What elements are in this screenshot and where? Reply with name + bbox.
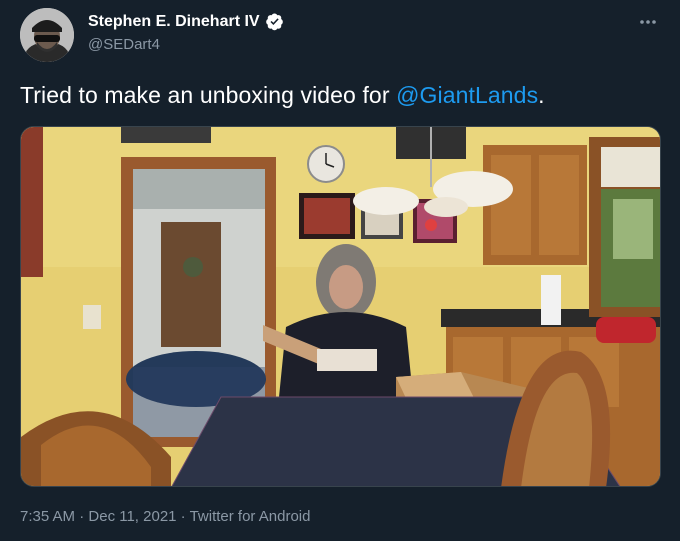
tweet-meta: 7:35 AM · Dec 11, 2021 · Twitter for And… xyxy=(20,508,310,525)
media-photo xyxy=(21,127,660,486)
tweet-time[interactable]: 7:35 AM xyxy=(20,508,75,525)
mention-link[interactable]: @GiantLands xyxy=(396,82,538,108)
tweet-media-video[interactable] xyxy=(20,126,661,487)
avatar-image xyxy=(20,8,74,62)
avatar[interactable] xyxy=(20,8,74,62)
verified-badge-icon xyxy=(265,12,284,31)
tweet-source[interactable]: Twitter for Android xyxy=(190,508,311,525)
author-display-name[interactable]: Stephen E. Dinehart IV xyxy=(88,13,260,31)
more-options-icon[interactable] xyxy=(636,10,660,34)
tweet-date[interactable]: Dec 11, 2021 xyxy=(88,508,176,525)
tweet-text: Tried to make an unboxing video for @Gia… xyxy=(20,82,545,109)
tweet-text-body: Tried to make an unboxing video for xyxy=(20,82,397,108)
tweet-card: Stephen E. Dinehart IV @SEDart4 Tried to… xyxy=(0,0,680,541)
meta-separator-1: · xyxy=(75,508,89,525)
author-handle[interactable]: @SEDart4 xyxy=(88,36,284,53)
author-block: Stephen E. Dinehart IV @SEDart4 xyxy=(88,12,284,53)
meta-separator-2: · xyxy=(176,508,190,525)
tweet-text-end: . xyxy=(538,82,545,108)
